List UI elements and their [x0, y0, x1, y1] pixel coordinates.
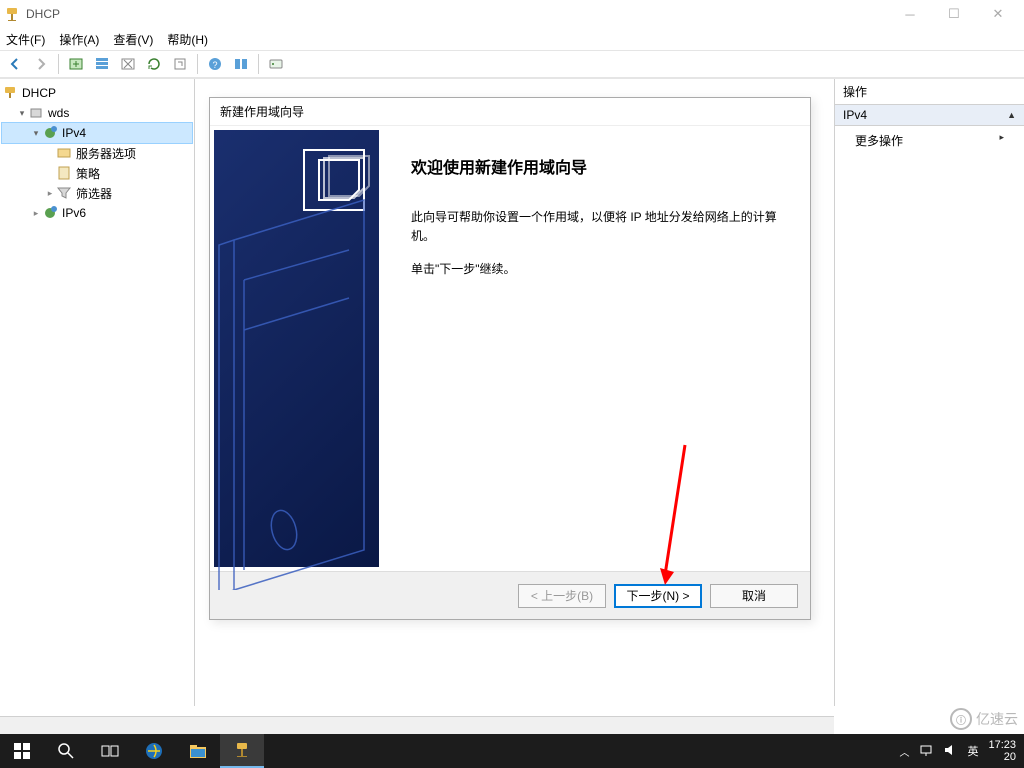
- start-button[interactable]: [0, 734, 44, 768]
- refresh-icon[interactable]: [143, 53, 165, 75]
- volume-icon[interactable]: [943, 743, 957, 760]
- actions-more[interactable]: 更多操作: [835, 126, 1024, 155]
- caret-right-icon[interactable]: ▸: [30, 208, 42, 219]
- wizard-body-1: 此向导可帮助你设置一个作用域，以便将 IP 地址分发给网络上的计算机。: [411, 208, 782, 246]
- filters-icon: [56, 185, 72, 201]
- help-icon[interactable]: ?: [204, 53, 226, 75]
- policies-icon: [56, 165, 72, 181]
- collapse-icon[interactable]: ▲: [1007, 110, 1016, 120]
- dhcp-app-icon: [4, 6, 20, 22]
- close-button[interactable]: ✕: [976, 0, 1020, 28]
- tree-server-options[interactable]: 服务器选项: [2, 143, 192, 163]
- search-button[interactable]: [44, 734, 88, 768]
- ipv6-icon: [42, 205, 58, 221]
- tree-server[interactable]: ▾ wds: [2, 103, 192, 123]
- menu-action[interactable]: 操作(A): [59, 31, 99, 48]
- forward-button[interactable]: [30, 53, 52, 75]
- new-scope-wizard-dialog: 新建作用域向导 欢迎使用新建作用域向: [209, 97, 811, 620]
- next-button[interactable]: 下一步(N) >: [614, 584, 702, 608]
- wizard-heading: 欢迎使用新建作用域向导: [411, 154, 782, 178]
- server-status-icon[interactable]: [265, 53, 287, 75]
- ime-indicator[interactable]: 英: [967, 743, 978, 759]
- show-hide-icon[interactable]: [230, 53, 252, 75]
- menu-view[interactable]: 查看(V): [113, 31, 153, 48]
- wizard-body-2: 单击"下一步"继续。: [411, 260, 782, 279]
- network-icon[interactable]: [919, 743, 933, 760]
- taskbar[interactable]: ︿ 英 17:23 20: [0, 734, 1024, 768]
- maximize-button[interactable]: ☐: [932, 0, 976, 28]
- wizard-graphic: [214, 130, 379, 567]
- window-titlebar: DHCP ─ ☐ ✕: [0, 0, 1024, 28]
- tree-policies[interactable]: 策略: [2, 163, 192, 183]
- cancel-button[interactable]: 取消: [710, 584, 798, 608]
- menu-help[interactable]: 帮助(H): [167, 31, 208, 48]
- back-button[interactable]: [4, 53, 26, 75]
- minimize-button[interactable]: ─: [888, 0, 932, 28]
- actions-pane: 操作 IPv4 ▲ 更多操作: [834, 79, 1024, 706]
- horizontal-scrollbar[interactable]: [0, 716, 834, 734]
- tree-ipv6[interactable]: ▸ IPv6: [2, 203, 192, 223]
- server-icon: [28, 105, 44, 121]
- task-view-button[interactable]: [88, 734, 132, 768]
- tree-filters[interactable]: ▸ 筛选器: [2, 183, 192, 203]
- export-icon[interactable]: [169, 53, 191, 75]
- window-title: DHCP: [26, 7, 60, 21]
- tree-root[interactable]: DHCP: [2, 83, 192, 103]
- svg-text:?: ?: [212, 60, 217, 70]
- actions-section-ipv4[interactable]: IPv4 ▲: [835, 105, 1024, 126]
- clock[interactable]: 17:23 20: [988, 739, 1016, 763]
- options-icon: [56, 145, 72, 161]
- ipv4-icon: [42, 125, 58, 141]
- watermark: ⓘ 亿速云: [950, 708, 1018, 730]
- caret-down-icon[interactable]: ▾: [16, 108, 28, 119]
- explorer-button[interactable]: [176, 734, 220, 768]
- caret-right-icon[interactable]: ▸: [44, 188, 56, 199]
- caret-down-icon[interactable]: ▾: [30, 128, 42, 139]
- tree-ipv4[interactable]: ▾ IPv4: [2, 123, 192, 143]
- menu-file[interactable]: 文件(F): [6, 31, 45, 48]
- ie-button[interactable]: [132, 734, 176, 768]
- new-window-icon[interactable]: [65, 53, 87, 75]
- tray-chevron-icon[interactable]: ︿: [899, 744, 909, 759]
- back-button: < 上一步(B): [518, 584, 606, 608]
- tree-view[interactable]: DHCP ▾ wds ▾ IPv4 服务器选项 策略 ▸ 筛选器 ▸: [0, 79, 195, 706]
- delete-icon[interactable]: [117, 53, 139, 75]
- dhcp-task-button[interactable]: [220, 734, 264, 768]
- actions-header: 操作: [835, 79, 1024, 105]
- properties-icon[interactable]: [91, 53, 113, 75]
- toolbar: ?: [0, 50, 1024, 78]
- watermark-logo-icon: ⓘ: [950, 708, 972, 730]
- menu-bar: 文件(F) 操作(A) 查看(V) 帮助(H): [0, 28, 1024, 50]
- dhcp-root-icon: [2, 85, 18, 101]
- dialog-title: 新建作用域向导: [210, 98, 810, 126]
